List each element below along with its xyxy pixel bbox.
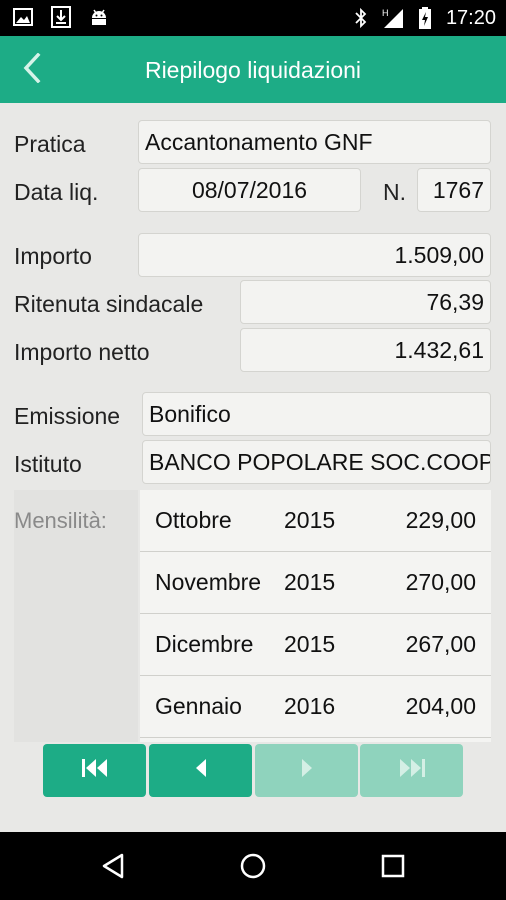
previous-button[interactable] bbox=[149, 744, 252, 797]
importo-field[interactable]: 1.509,00 bbox=[138, 233, 491, 277]
anno: 2016 bbox=[284, 693, 336, 719]
ritenuta-field[interactable]: 76,39 bbox=[240, 280, 491, 324]
system-nav-bar bbox=[0, 832, 506, 900]
mese: Ottobre bbox=[155, 507, 232, 533]
anno: 2015 bbox=[284, 631, 336, 657]
emissione-label: Emissione bbox=[14, 403, 121, 429]
clock: 17:20 bbox=[445, 7, 496, 29]
last-icon bbox=[397, 757, 427, 784]
home-circle-icon[interactable] bbox=[236, 849, 270, 883]
mese: Gennaio bbox=[155, 693, 242, 719]
mese: Dicembre bbox=[155, 631, 254, 657]
list-item[interactable]: Ottobre 2015 229,00 bbox=[140, 490, 491, 552]
importo-label: Importo bbox=[14, 243, 92, 269]
download-icon bbox=[50, 6, 72, 28]
list-item[interactable]: Gennaio 2016 204,00 bbox=[140, 676, 491, 738]
emissione-field[interactable]: Bonifico bbox=[142, 392, 491, 436]
ritenuta-label: Ritenuta sindacale bbox=[14, 291, 204, 317]
image-icon bbox=[12, 6, 34, 28]
mensilita-list[interactable]: Ottobre 2015 229,00 Novembre 2015 270,00… bbox=[140, 490, 491, 742]
page-title: Riepilogo liquidazioni bbox=[144, 57, 362, 83]
netto-field[interactable]: 1.432,61 bbox=[240, 328, 491, 372]
pratica-field[interactable]: Accantonamento GNF bbox=[138, 120, 491, 164]
importo: 229,00 bbox=[405, 507, 476, 533]
last-button[interactable] bbox=[360, 744, 463, 797]
previous-icon bbox=[193, 757, 209, 784]
first-icon bbox=[80, 757, 110, 784]
list-item[interactable]: Novembre 2015 270,00 bbox=[140, 552, 491, 614]
mensilita-label: Mensilità: bbox=[14, 508, 107, 533]
svg-text:H: H bbox=[382, 8, 389, 18]
istituto-label: Istituto bbox=[14, 451, 82, 477]
numero-field[interactable]: 1767 bbox=[417, 168, 491, 212]
list-item[interactable]: Dicembre 2015 267,00 bbox=[140, 614, 491, 676]
status-bar: H 17:20 bbox=[0, 0, 506, 36]
battery-charging-icon bbox=[414, 7, 436, 29]
anno: 2015 bbox=[284, 569, 336, 595]
bluetooth-icon bbox=[350, 7, 372, 29]
anno: 2015 bbox=[284, 507, 336, 533]
pratica-label: Pratica bbox=[14, 131, 86, 157]
back-triangle-icon[interactable] bbox=[96, 849, 130, 883]
next-icon bbox=[299, 757, 315, 784]
importo: 267,00 bbox=[405, 631, 476, 657]
signal-icon: H bbox=[382, 7, 404, 29]
istituto-field[interactable]: BANCO POPOLARE SOC.COOP bbox=[142, 440, 491, 484]
netto-label: Importo netto bbox=[14, 339, 150, 365]
numero-label: N. bbox=[383, 179, 406, 205]
importo: 204,00 bbox=[405, 693, 476, 719]
app-bar: Riepilogo liquidazioni bbox=[0, 36, 506, 103]
next-button[interactable] bbox=[255, 744, 358, 797]
mese: Novembre bbox=[155, 569, 262, 595]
android-icon bbox=[88, 6, 110, 28]
first-button[interactable] bbox=[43, 744, 146, 797]
importo: 270,00 bbox=[405, 569, 476, 595]
recents-square-icon[interactable] bbox=[376, 849, 410, 883]
data-liq-label: Data liq. bbox=[14, 179, 99, 205]
data-liq-field[interactable]: 08/07/2016 bbox=[138, 168, 361, 212]
